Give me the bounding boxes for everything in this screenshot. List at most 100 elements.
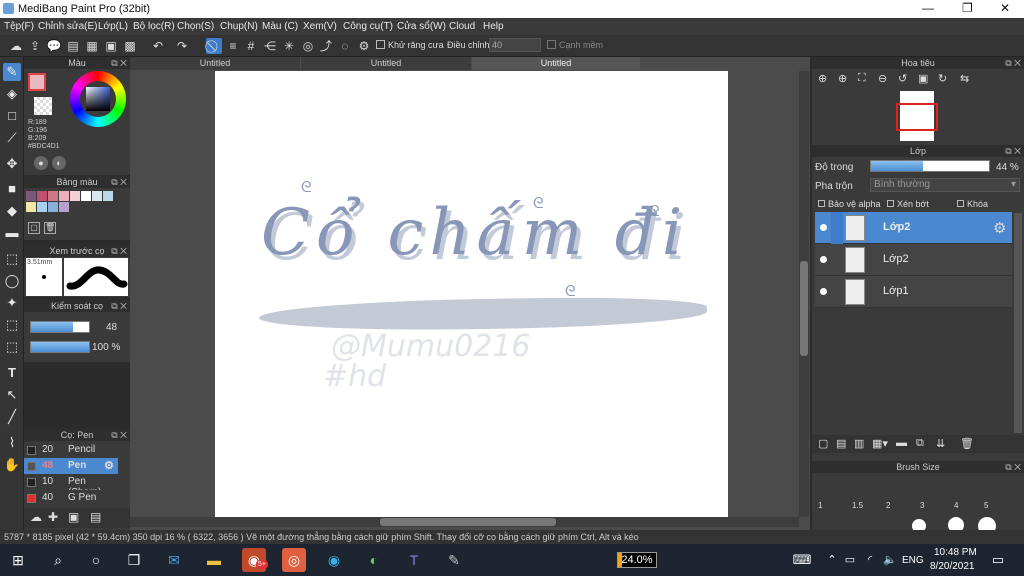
hand-tool-icon[interactable]: ✋ xyxy=(3,456,21,474)
new-page-icon[interactable]: ▢ xyxy=(28,222,40,234)
eye-icon[interactable] xyxy=(820,288,827,295)
move-tool-icon[interactable]: ✥ xyxy=(3,155,21,173)
menu-color[interactable]: Màu (C) xyxy=(262,21,298,32)
palette-swatch[interactable] xyxy=(59,202,69,212)
palette-swatch[interactable] xyxy=(37,191,47,201)
document-icon[interactable]: ▦ xyxy=(84,38,100,54)
flip-icon[interactable]: ⇆ xyxy=(960,72,969,85)
zoom-in-icon[interactable]: ⊕ xyxy=(818,72,827,85)
antialias-checkbox[interactable] xyxy=(376,40,385,49)
add-brush-icon[interactable]: ✚ xyxy=(48,510,58,524)
language-indicator[interactable]: ENG xyxy=(902,555,924,566)
zoom-out-icon[interactable]: ⊖ xyxy=(878,72,887,85)
minimize-button[interactable]: — xyxy=(922,1,934,15)
chat-icon[interactable]: ▤ xyxy=(65,38,81,54)
magic-wand-icon[interactable]: ✦ xyxy=(3,294,21,312)
keyboard-icon[interactable]: ⌨ xyxy=(790,548,814,572)
layer-row-selected[interactable]: Lớp2 ⚙ xyxy=(815,212,1012,244)
fit-icon[interactable]: ⛶ xyxy=(858,72,866,85)
palette-swatch[interactable] xyxy=(103,191,113,201)
teams-icon[interactable]: T xyxy=(402,548,426,572)
menu-select[interactable]: Chọn(S) xyxy=(177,21,214,32)
maximize-button[interactable]: ❐ xyxy=(962,1,973,15)
vanish-snap-icon[interactable]: ⋲ xyxy=(262,38,278,54)
menu-filter[interactable]: Bộ lọc(R) xyxy=(133,21,175,32)
merge-down-icon[interactable]: ⇊ xyxy=(936,437,945,450)
medibang-icon[interactable]: ✎ xyxy=(442,548,466,572)
palette-swatch[interactable] xyxy=(26,202,36,212)
cortana-icon[interactable]: ○ xyxy=(84,548,108,572)
palette-swatch[interactable] xyxy=(48,191,58,201)
trash-icon[interactable]: 🗑 xyxy=(44,222,56,234)
brush-size-3[interactable]: 3 xyxy=(920,501,924,510)
duplicate-layer-icon[interactable]: ⧉ xyxy=(916,437,924,450)
background-color-swatch[interactable] xyxy=(34,97,52,115)
rotate-right-icon[interactable]: ↻ xyxy=(938,72,947,85)
rectangle-tool-icon[interactable]: □ xyxy=(3,107,21,125)
lasso-tool-icon[interactable]: ◯ xyxy=(3,272,21,290)
select-tool-icon[interactable]: ⬚ xyxy=(3,250,21,268)
blend-mode-select[interactable]: Bình thường ▾ xyxy=(870,178,1020,192)
volume-icon[interactable]: 🔈 xyxy=(878,548,902,572)
close-icon[interactable]: ⧉ ✕ xyxy=(111,300,127,312)
zoom-in-alt-icon[interactable]: ⊕ xyxy=(838,72,847,85)
close-icon[interactable]: ⧉ ✕ xyxy=(1005,57,1021,69)
new-layer-icon[interactable]: ▢ xyxy=(818,437,828,450)
navigator-viewport[interactable] xyxy=(896,103,938,131)
vertical-scroll-thumb[interactable] xyxy=(800,261,808,356)
palette-icon[interactable]: ● xyxy=(34,156,48,170)
search-icon[interactable]: ⌕ xyxy=(46,548,70,572)
close-icon[interactable]: ⧉ ✕ xyxy=(111,245,127,257)
comment-icon[interactable]: 💬 xyxy=(46,38,62,54)
gear-icon[interactable]: ⚙ xyxy=(104,459,114,472)
close-icon[interactable]: ⧉ ✕ xyxy=(111,429,127,441)
navigator-preview[interactable] xyxy=(812,89,1024,145)
layer-row[interactable]: Lớp1 xyxy=(815,276,1012,308)
close-button[interactable]: ✕ xyxy=(1000,1,1010,15)
eye-icon[interactable] xyxy=(820,224,827,231)
undo-icon[interactable]: ↶ xyxy=(150,38,166,54)
clipping-checkbox[interactable] xyxy=(887,200,894,207)
brush-size-5[interactable]: 5 xyxy=(984,501,988,510)
brush-item-pen-sharp[interactable]: 10 Pen (Sharp) xyxy=(24,474,118,498)
text-tool-icon[interactable]: T xyxy=(3,364,21,382)
close-icon[interactable]: ⧉ ✕ xyxy=(111,176,127,188)
layer-opacity-slider[interactable] xyxy=(870,160,990,172)
cloud-brush-icon[interactable]: ☁ xyxy=(30,510,42,524)
operation-tool-icon[interactable]: ↖ xyxy=(3,386,21,404)
gear-icon[interactable]: ⚙ xyxy=(356,38,372,54)
adjust-input[interactable]: 40 xyxy=(489,38,541,52)
new-8bit-layer-icon[interactable]: ▥ xyxy=(854,437,864,450)
brush-tool-icon[interactable]: ✎ xyxy=(3,63,21,81)
select-eraser-icon[interactable]: ⬚ xyxy=(3,338,21,356)
layer-row[interactable]: Lớp2 xyxy=(815,244,1012,276)
select-pen-icon[interactable]: ⬚ xyxy=(3,316,21,334)
chrome-icon[interactable]: ◎ xyxy=(282,548,306,572)
ellipse-snap-icon[interactable]: ◌ xyxy=(337,38,353,54)
saturation-square[interactable] xyxy=(86,87,110,111)
tab-untitled-2[interactable]: Untitled xyxy=(301,57,471,70)
brush-size-1-5[interactable]: 1.5 xyxy=(852,501,863,510)
drawing-canvas[interactable]: Cổ chấm đi @Mumu0216 #hd ᘓ ᘓ ᘓ ᘓ xyxy=(215,71,728,517)
lock-checkbox[interactable] xyxy=(957,200,964,207)
brush-item-pen[interactable]: 48 Pen ⚙ xyxy=(24,458,118,474)
brush-size-4[interactable]: 4 xyxy=(954,501,958,510)
fill-rect-tool-icon[interactable]: ■ xyxy=(3,180,21,198)
palette-swatch[interactable] xyxy=(37,202,47,212)
divide-tool-icon[interactable]: ╱ xyxy=(3,408,21,426)
menu-view[interactable]: Xem(V) xyxy=(303,21,337,32)
swap-icon[interactable]: ◐ xyxy=(52,156,66,170)
palette-swatch[interactable] xyxy=(81,191,91,201)
redo-icon[interactable]: ↷ xyxy=(174,38,190,54)
palette-swatch[interactable] xyxy=(26,191,36,201)
protect-alpha-checkbox[interactable] xyxy=(818,200,825,207)
brush-item-gpen[interactable]: 40 G Pen xyxy=(24,490,118,506)
new-halftone-layer-icon[interactable]: ▤ xyxy=(836,437,846,450)
menu-cloud[interactable]: Cloud xyxy=(449,21,475,32)
curve-snap-icon[interactable]: ⤴ xyxy=(318,38,334,54)
page-icon[interactable]: ▣ xyxy=(103,38,119,54)
menu-window[interactable]: Cửa sổ(W) xyxy=(397,21,446,32)
eye-icon[interactable] xyxy=(820,256,827,263)
color-wheel[interactable] xyxy=(70,71,126,127)
vertical-scrollbar[interactable] xyxy=(799,71,809,517)
